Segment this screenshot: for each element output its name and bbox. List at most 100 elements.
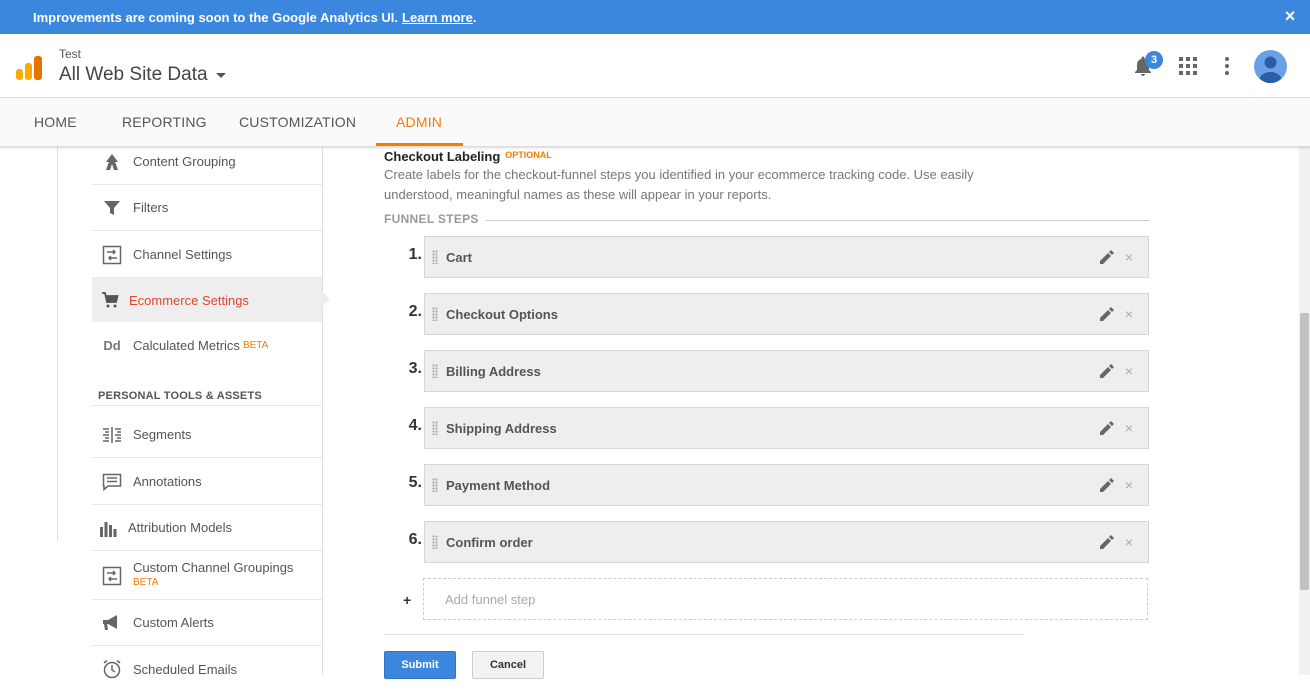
view-name: All Web Site Data: [59, 64, 208, 85]
tab-reporting[interactable]: REPORTING: [122, 98, 207, 147]
step-number: 6.: [408, 531, 422, 548]
funnel-step[interactable]: Checkout Options ×: [424, 293, 1149, 335]
channel-settings-icon: [100, 243, 124, 267]
sidebar-item-label: Content Grouping: [133, 154, 236, 169]
remove-icon[interactable]: ×: [1123, 363, 1135, 379]
calculated-metrics-icon: Dd: [100, 333, 124, 357]
sidebar-item-channel-settings[interactable]: Channel Settings: [92, 232, 322, 278]
remove-icon[interactable]: ×: [1123, 534, 1135, 550]
edit-icon[interactable]: [1100, 307, 1114, 321]
sidebar-item-custom-alerts[interactable]: Custom Alerts: [92, 600, 322, 646]
step-label: Shipping Address: [446, 420, 557, 436]
tab-admin[interactable]: ADMIN: [396, 98, 442, 147]
edit-icon[interactable]: [1100, 250, 1114, 264]
annotations-icon: [100, 470, 124, 494]
remove-icon[interactable]: ×: [1123, 249, 1135, 265]
megaphone-icon: [100, 611, 124, 635]
sidebar-item-label: Segments: [133, 427, 192, 442]
edit-icon[interactable]: [1100, 421, 1114, 435]
step-label: Confirm order: [446, 534, 533, 550]
remove-icon[interactable]: ×: [1123, 420, 1135, 436]
channel-settings-icon: [100, 564, 124, 588]
filter-icon: [100, 196, 124, 220]
funnel-steps-divider: [486, 220, 1149, 221]
sidebar-item-ecommerce-settings[interactable]: Ecommerce Settings: [92, 278, 322, 322]
step-number: 5.: [408, 474, 422, 491]
step-label: Billing Address: [446, 363, 541, 379]
sidebar-item-label: Custom Channel Groupings: [133, 560, 294, 575]
funnel-step[interactable]: Payment Method ×: [424, 464, 1149, 506]
sidebar-item-annotations[interactable]: Annotations: [92, 459, 322, 505]
account-name: Test: [59, 47, 82, 61]
avatar[interactable]: [1254, 50, 1287, 83]
sidebar-item-segments[interactable]: Segments: [92, 412, 322, 458]
analytics-logo-icon[interactable]: [16, 56, 42, 80]
section-title: Checkout Labeling OPTIONAL: [384, 149, 552, 164]
calculated-metrics-glyph: Dd: [103, 337, 121, 353]
step-number: 1.: [408, 246, 422, 263]
scrollbar-thumb[interactable]: [1300, 313, 1309, 590]
drag-handle-icon[interactable]: [432, 307, 438, 321]
sidebar-item-label: Custom Alerts: [133, 615, 214, 630]
sidebar-item-label: Scheduled Emails: [133, 661, 238, 677]
attribution-icon: [97, 516, 121, 540]
sidebar-divider: [57, 147, 58, 540]
banner-text: Improvements are coming soon to the Goog…: [33, 9, 399, 25]
section-heading: PERSONAL TOOLS & ASSETS: [98, 390, 262, 402]
banner-suffix: .: [472, 9, 477, 25]
sidebar-item-filters[interactable]: Filters: [92, 185, 322, 231]
notification-badge: 3: [1145, 51, 1163, 69]
step-label: Cart: [446, 249, 473, 265]
funnel-step[interactable]: Confirm order ×: [424, 521, 1149, 563]
beta-badge: BETA: [133, 577, 159, 588]
sidebar-item-label: Annotations: [133, 474, 202, 489]
sidebar-item-attribution-models[interactable]: Attribution Models: [92, 505, 322, 551]
add-funnel-step-input[interactable]: Add funnel step: [423, 578, 1148, 620]
active-tab-indicator: [376, 143, 463, 146]
sidebar-item-scheduled-emails[interactable]: Scheduled Emails: [92, 646, 322, 692]
remove-icon[interactable]: ×: [1123, 477, 1135, 493]
close-icon[interactable]: ×: [1280, 6, 1300, 26]
view-selector[interactable]: All Web Site Data: [59, 64, 226, 86]
admin-sidebar: Content Grouping Filters Channel Setting…: [0, 147, 330, 679]
step-number: 3.: [408, 360, 422, 377]
sidebar-item-calculated-metrics[interactable]: Dd Calculated Metrics BETA: [92, 322, 322, 368]
section-title-text: Checkout Labeling: [384, 149, 501, 164]
sidebar-item-label: Channel Settings: [133, 247, 233, 262]
sidebar-item-custom-channel-groupings[interactable]: Custom Channel Groupings BETA: [92, 551, 322, 600]
funnel-step[interactable]: Billing Address ×: [424, 350, 1149, 392]
app-header: Test All Web Site Data 3: [0, 34, 1310, 98]
checkout-labeling-panel: Checkout Labeling OPTIONAL Create labels …: [323, 147, 1298, 679]
funnel-step[interactable]: Shipping Address ×: [424, 407, 1149, 449]
clock-icon: [100, 657, 124, 681]
cart-icon: [98, 288, 122, 312]
main-nav: HOME REPORTING CUSTOMIZATION ADMIN: [0, 98, 1310, 147]
caret-down-icon: [215, 72, 226, 78]
apps-grid-icon[interactable]: [1176, 54, 1200, 78]
remove-icon[interactable]: ×: [1123, 306, 1135, 322]
funnel-step[interactable]: Cart ×: [424, 236, 1149, 278]
more-vert-icon[interactable]: [1215, 54, 1239, 78]
sidebar-item-label: Attribution Models: [128, 520, 233, 535]
drag-handle-icon[interactable]: [432, 421, 438, 435]
custom-channel-groupings-text: Custom Channel Groupings BETA: [133, 560, 293, 588]
drag-handle-icon[interactable]: [432, 478, 438, 492]
edit-icon[interactable]: [1100, 364, 1114, 378]
edit-icon[interactable]: [1100, 478, 1114, 492]
add-step-plus-icon[interactable]: +: [403, 592, 411, 608]
section-divider: [92, 405, 322, 406]
drag-handle-icon[interactable]: [432, 250, 438, 264]
sidebar-item-label: Calculated Metrics: [133, 337, 240, 353]
learn-more-link[interactable]: Learn more: [402, 10, 473, 25]
edit-icon[interactable]: [1100, 535, 1114, 549]
optional-label: OPTIONAL: [505, 150, 552, 160]
content-grouping-icon: [100, 150, 124, 174]
sidebar-item-label: Ecommerce Settings: [129, 292, 249, 308]
drag-handle-icon[interactable]: [432, 535, 438, 549]
tab-home[interactable]: HOME: [34, 98, 77, 147]
beta-badge: BETA: [242, 339, 269, 351]
segments-icon: [100, 423, 124, 447]
step-number: 2.: [408, 303, 422, 320]
drag-handle-icon[interactable]: [432, 364, 438, 378]
tab-customization[interactable]: CUSTOMIZATION: [239, 98, 356, 147]
